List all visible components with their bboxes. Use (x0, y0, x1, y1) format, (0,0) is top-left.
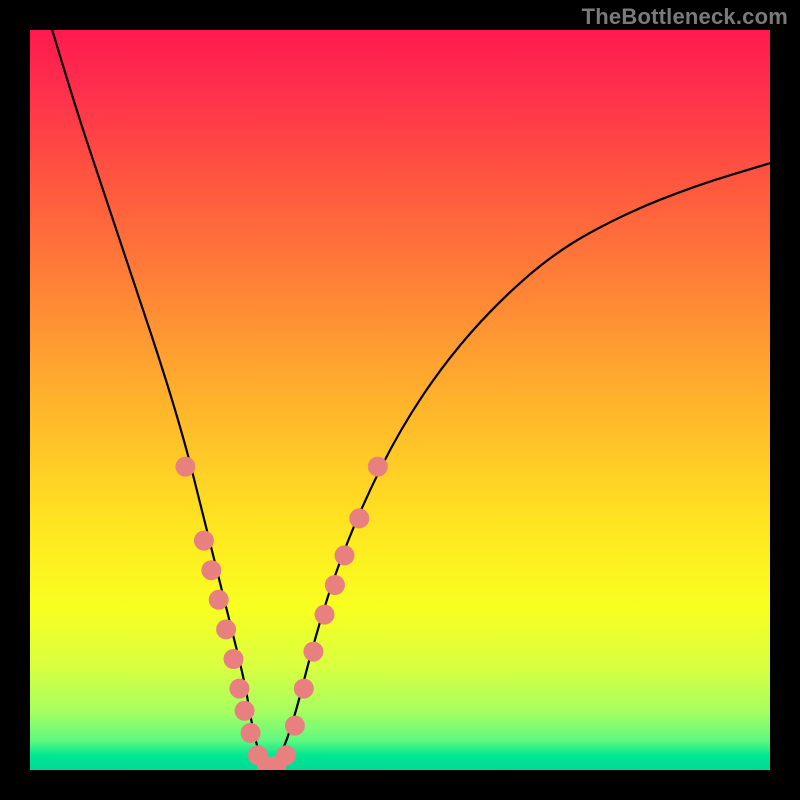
plot-background-gradient (30, 30, 770, 770)
watermark-text: TheBottleneck.com (582, 4, 788, 30)
chart-frame: TheBottleneck.com (0, 0, 800, 800)
